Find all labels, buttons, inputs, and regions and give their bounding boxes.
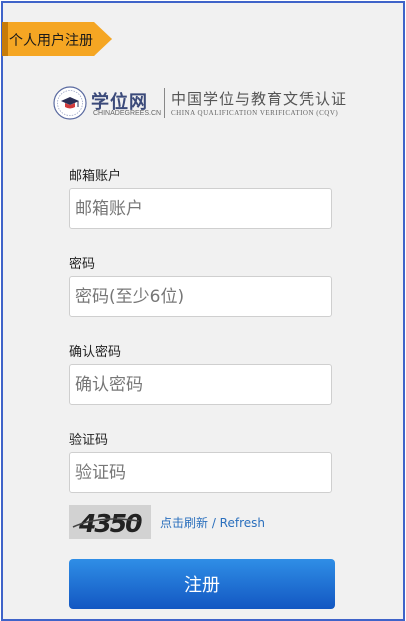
ribbon-label: 个人用户注册 bbox=[9, 33, 93, 49]
confirm-password-field[interactable] bbox=[69, 364, 332, 405]
register-ribbon: 个人用户注册 bbox=[2, 22, 112, 56]
site-logo: 学位网 CHINADEGREES.CN 中国学位与教育文凭认证 CHINA QU… bbox=[53, 86, 365, 122]
ribbon-fold bbox=[2, 22, 8, 56]
captcha-image[interactable]: 4350 bbox=[69, 505, 151, 539]
email-field[interactable] bbox=[69, 188, 332, 229]
confirm-password-label: 确认密码 bbox=[69, 345, 122, 360]
svg-text:4350: 4350 bbox=[78, 509, 142, 538]
password-field[interactable] bbox=[69, 276, 332, 317]
logo-domain: CHINADEGREES.CN bbox=[93, 110, 162, 117]
graduation-cap-icon bbox=[53, 86, 87, 120]
logo-title-cn: 中国学位与教育文凭认证 bbox=[171, 90, 348, 108]
refresh-captcha-link[interactable]: 点击刷新 / Refresh bbox=[160, 514, 265, 531]
captcha-field[interactable] bbox=[69, 452, 332, 493]
logo-title-en: CHINA QUALIFICATION VERIFICATION (CQV) bbox=[171, 109, 339, 117]
captcha-label: 验证码 bbox=[69, 433, 109, 448]
email-label: 邮箱账户 bbox=[69, 169, 122, 184]
register-button[interactable]: 注册 bbox=[69, 559, 335, 609]
password-label: 密码 bbox=[69, 257, 96, 272]
logo-divider bbox=[164, 88, 165, 118]
